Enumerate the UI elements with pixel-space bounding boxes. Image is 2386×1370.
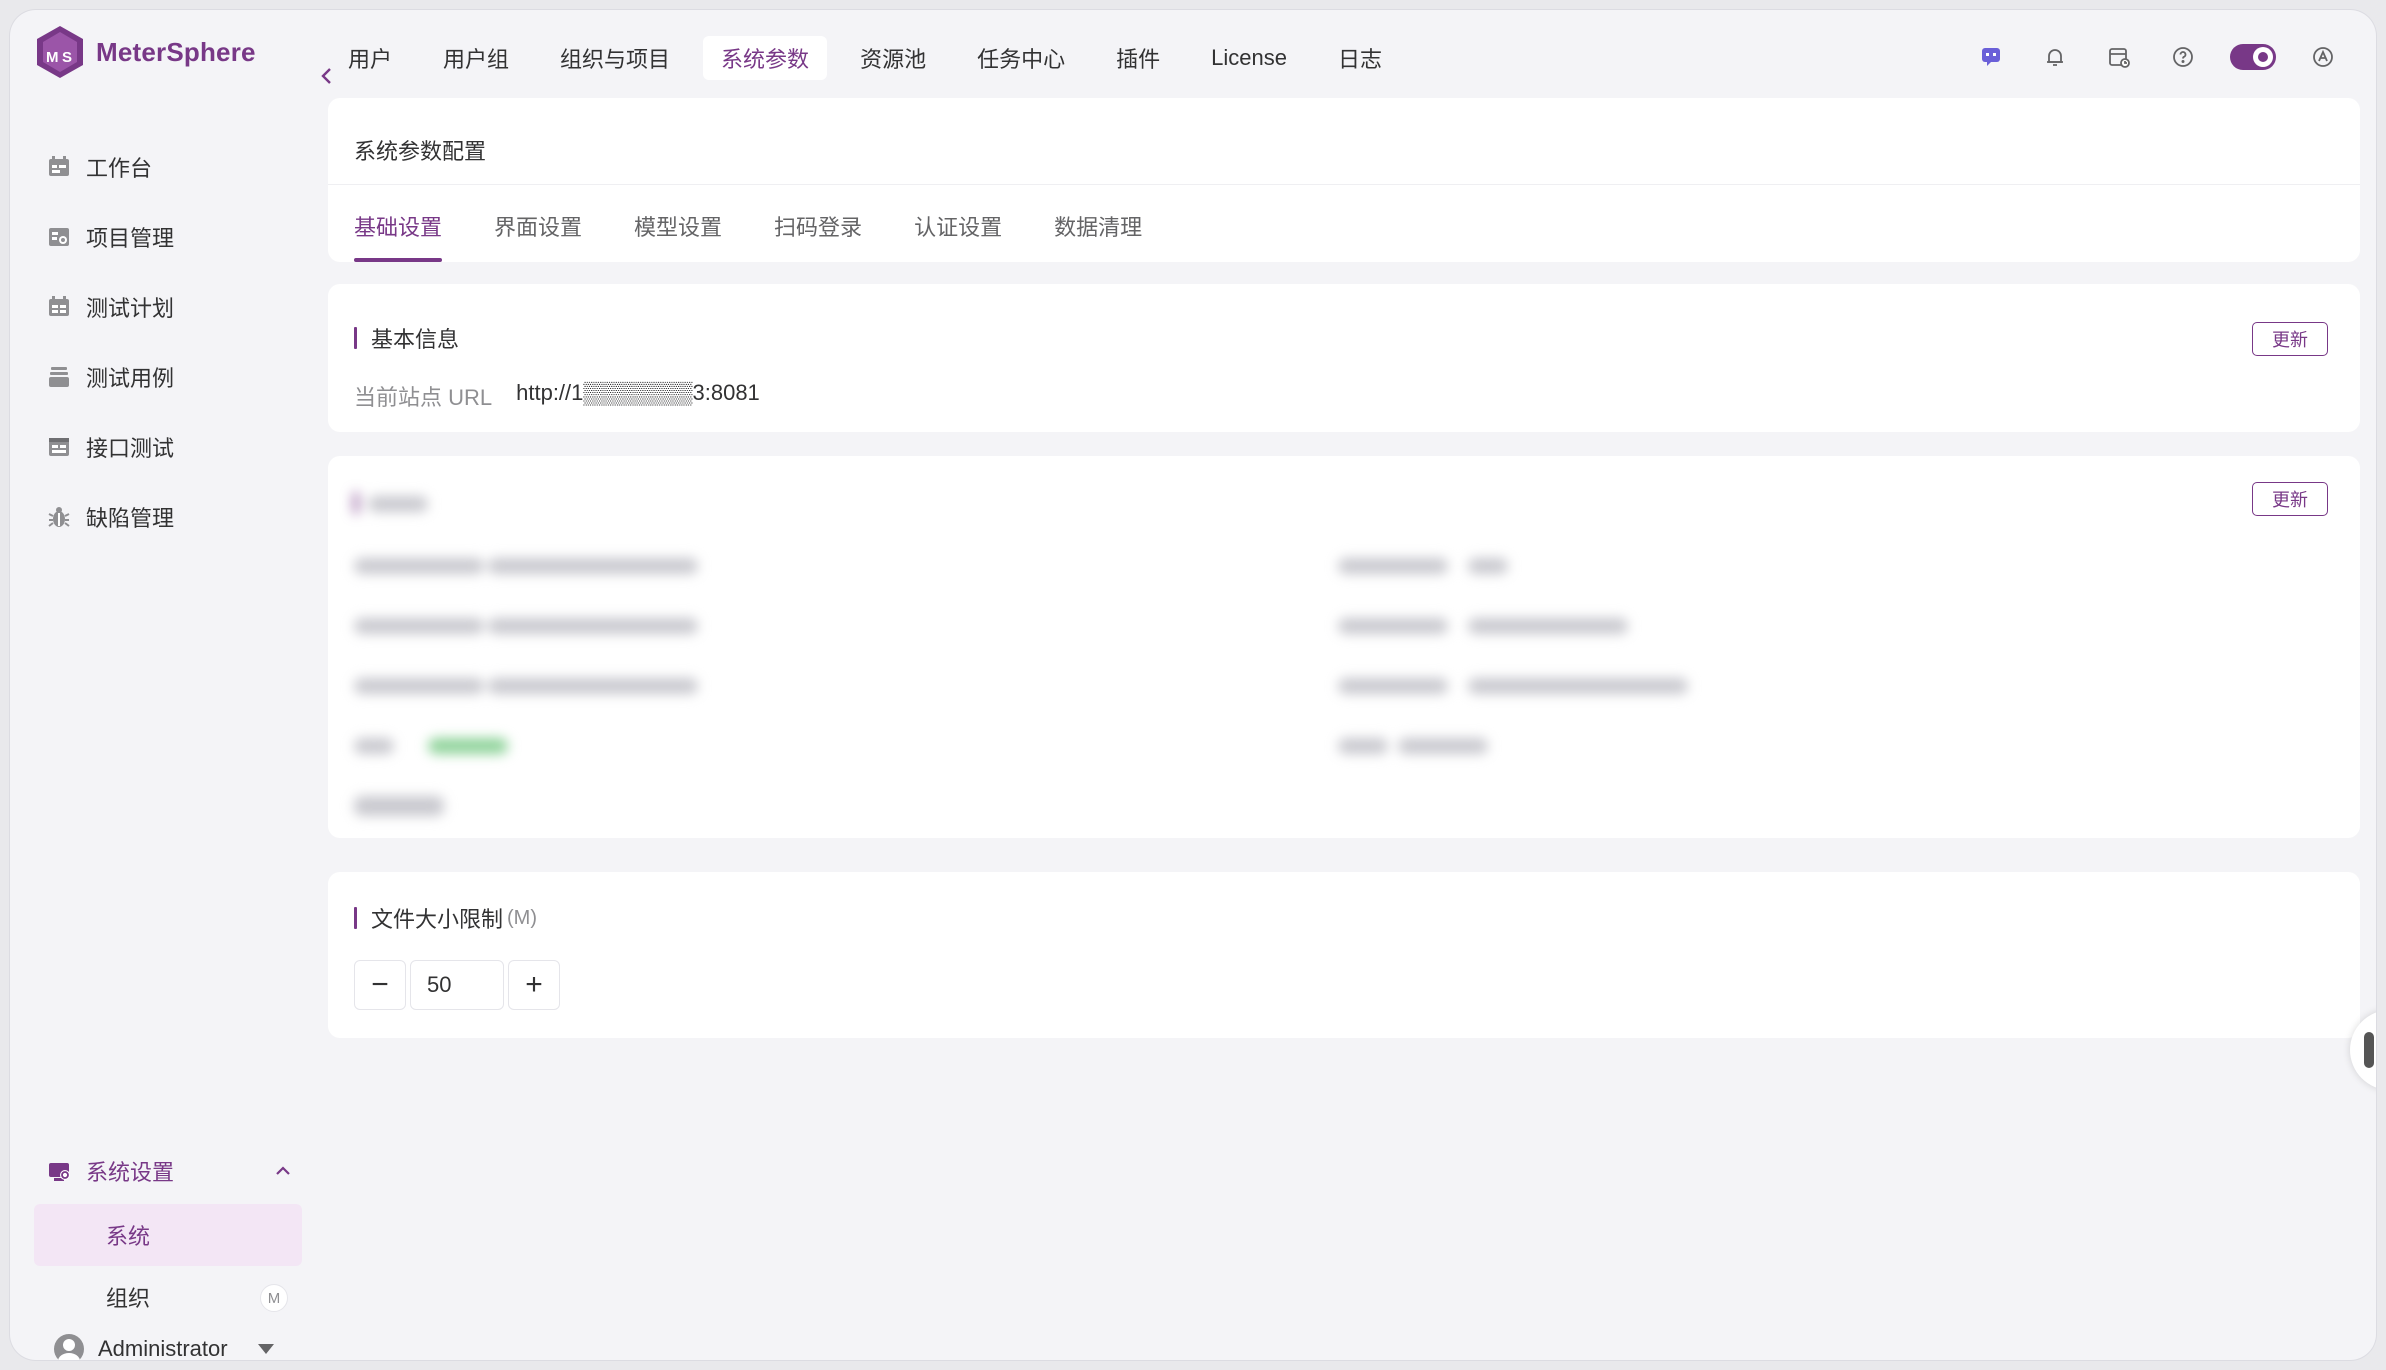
- site-url-row: 当前站点 URL http://1▒▒▒▒▒▒▒3:8081: [354, 380, 760, 412]
- sidebar-item-label: 项目管理: [86, 226, 175, 251]
- api-test-icon: [49, 438, 69, 456]
- bell-icon[interactable]: [2038, 40, 2072, 74]
- nav-org-projects[interactable]: 组织与项目: [542, 36, 688, 80]
- chevron-up-icon[interactable]: [270, 1158, 296, 1184]
- divider: [328, 184, 2360, 185]
- file-limit-title: 文件大小限制: [371, 907, 504, 932]
- org-badge: M: [260, 1284, 288, 1312]
- section-title-basic-info: 基本信息: [354, 322, 459, 354]
- sidebar: 工作台 项目管理 测试计划 测试用例 接口测试 缺陷管理 系统设置 系统 组织 …: [10, 100, 310, 1360]
- tab-auth-settings[interactable]: 认证设置: [914, 198, 1002, 262]
- bug-icon: [48, 507, 70, 527]
- nav-plugins[interactable]: 插件: [1098, 36, 1178, 80]
- sidebar-item-project-management[interactable]: 项目管理: [46, 212, 174, 262]
- tab-qr-login[interactable]: 扫码登录: [774, 198, 862, 262]
- language-icon[interactable]: [2306, 40, 2340, 74]
- basic-info-update-button[interactable]: 更新: [2252, 322, 2328, 356]
- sidebar-item-label: 工作台: [86, 156, 153, 181]
- svg-text:S: S: [62, 49, 72, 66]
- nav-resource-pool[interactable]: 资源池: [842, 36, 944, 80]
- nav-logs[interactable]: 日志: [1320, 36, 1400, 80]
- sidebar-item-test-plan[interactable]: 测试计划: [46, 282, 174, 332]
- file-limit-card: 文件大小限制 (M) − +: [328, 872, 2360, 1038]
- page-header-card: 系统参数配置 基础设置 界面设置 模型设置 扫码登录 认证设置 数据清理: [328, 98, 2360, 262]
- nav-task-center[interactable]: 任务中心: [959, 36, 1083, 80]
- tab-model-settings[interactable]: 模型设置: [634, 198, 722, 262]
- settings-tabs: 基础设置 界面设置 模型设置 扫码登录 认证设置 数据清理: [354, 198, 1194, 262]
- file-size-stepper: − +: [354, 960, 560, 1010]
- app-name: MeterSphere: [96, 36, 256, 67]
- sidebar-subitem-label: 组织: [106, 1286, 151, 1311]
- header-actions: [1944, 40, 2340, 74]
- top-header: M S MeterSphere 用户 用户组 组织与项目 系统参数 资源池 任务…: [10, 10, 2376, 100]
- sidebar-subitem-label: 系统: [106, 1224, 151, 1249]
- mail-settings-card: 更新: [328, 456, 2360, 838]
- user-name: Administrator: [98, 1336, 228, 1360]
- app-logo[interactable]: M S MeterSphere: [34, 24, 256, 80]
- caret-down-icon: [257, 1344, 274, 1354]
- sidebar-item-label: 接口测试: [86, 436, 175, 461]
- basic-info-card: 基本信息 更新 当前站点 URL http://1▒▒▒▒▒▒▒3:8081: [328, 284, 2360, 432]
- nav-user-groups[interactable]: 用户组: [425, 36, 527, 80]
- sidebar-item-label: 缺陷管理: [86, 506, 175, 531]
- chevron-left-icon: [321, 68, 331, 84]
- mail-settings-update-button[interactable]: 更新: [2252, 482, 2328, 516]
- sidebar-collapse-button[interactable]: [310, 54, 344, 98]
- tab-basic-settings[interactable]: 基础设置: [354, 198, 443, 262]
- page-title: 系统参数配置: [354, 139, 487, 164]
- sidebar-item-label: 测试计划: [86, 296, 175, 321]
- site-url-label: 当前站点 URL: [354, 385, 493, 410]
- site-url-value: http://1▒▒▒▒▒▒▒3:8081: [516, 380, 760, 405]
- toggle-knob: [2253, 47, 2273, 67]
- sidebar-item-label: 系统设置: [86, 1160, 175, 1185]
- svg-text:M: M: [46, 49, 59, 66]
- top-nav: 用户 用户组 组织与项目 系统参数 资源池 任务中心 插件 License 日志: [330, 36, 1415, 80]
- test-case-icon: [49, 367, 69, 387]
- section-title-file-limit: 文件大小限制 (M): [354, 902, 537, 934]
- metersphere-logo-icon: M S: [37, 26, 83, 78]
- sidebar-item-label: 测试用例: [86, 366, 175, 391]
- app-window: M S MeterSphere 用户 用户组 组织与项目 系统参数 资源池 任务…: [10, 10, 2376, 1360]
- help-icon[interactable]: [2166, 40, 2200, 74]
- sidebar-item-system-settings[interactable]: 系统设置: [46, 1146, 296, 1196]
- sidebar-subitem-system[interactable]: 系统: [34, 1204, 302, 1266]
- tab-data-cleanup[interactable]: 数据清理: [1054, 198, 1142, 262]
- sidebar-item-workbench[interactable]: 工作台: [46, 142, 152, 192]
- theme-toggle[interactable]: [2230, 44, 2276, 70]
- workbench-icon: [49, 156, 69, 176]
- sidebar-item-bug-management[interactable]: 缺陷管理: [46, 492, 174, 542]
- avatar: [54, 1334, 84, 1360]
- tab-interface-settings[interactable]: 界面设置: [494, 198, 582, 262]
- redacted-content: [328, 456, 2360, 838]
- test-plan-icon: [49, 296, 69, 316]
- file-size-input[interactable]: [410, 960, 504, 1010]
- decrement-button[interactable]: −: [354, 960, 406, 1010]
- nav-license[interactable]: License: [1193, 36, 1305, 80]
- sidebar-item-test-case[interactable]: 测试用例: [46, 352, 174, 402]
- user-menu[interactable]: Administrator: [54, 1334, 274, 1360]
- task-icon[interactable]: [2102, 40, 2136, 74]
- increment-button[interactable]: +: [508, 960, 560, 1010]
- chat-icon[interactable]: [1974, 40, 2008, 74]
- sidebar-item-api-test[interactable]: 接口测试: [46, 422, 174, 472]
- project-icon: [49, 228, 69, 246]
- file-limit-unit: (M): [507, 906, 537, 929]
- sidebar-subitem-organization[interactable]: 组织 M: [34, 1266, 302, 1328]
- nav-system-params[interactable]: 系统参数: [703, 36, 828, 80]
- system-settings-icon: [49, 1163, 70, 1181]
